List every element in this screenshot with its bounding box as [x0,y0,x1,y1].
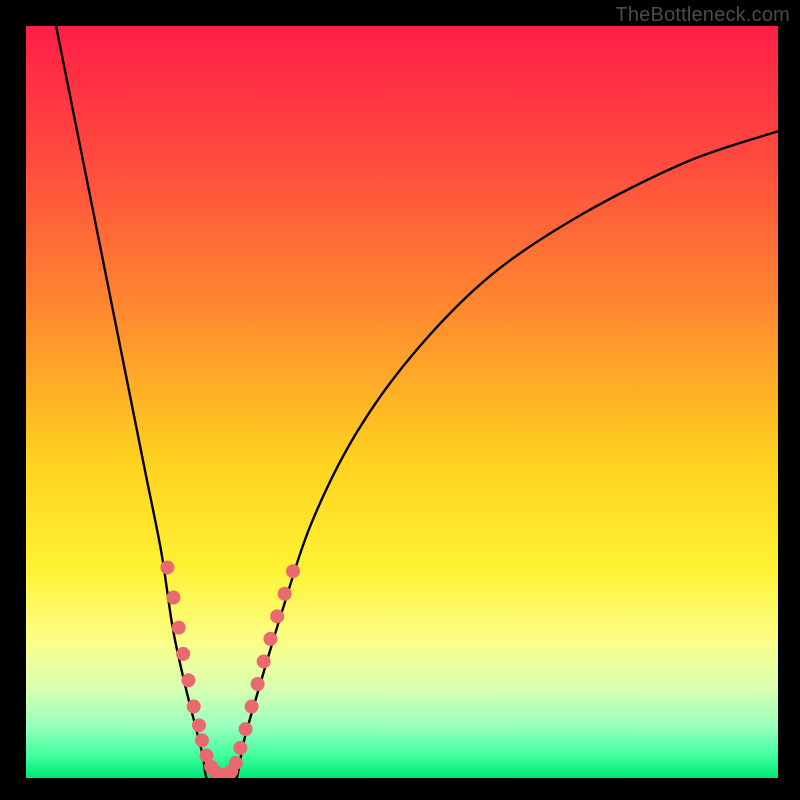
data-marker [176,647,190,661]
data-marker [172,621,186,635]
data-marker [239,722,253,736]
data-marker [251,677,265,691]
data-marker [257,654,271,668]
bottleneck-curve [56,26,778,778]
data-marker [286,564,300,578]
bottleneck-curve-layer [26,26,778,778]
outer-frame: TheBottleneck.com [0,0,800,800]
data-marker [166,591,180,605]
data-marker [160,560,174,574]
data-marker [245,700,259,714]
data-marker [229,756,243,770]
plot-area [26,26,778,778]
data-marker [278,587,292,601]
data-marker [195,733,209,747]
data-marker [181,673,195,687]
watermark-text: TheBottleneck.com [615,4,790,27]
data-marker [187,700,201,714]
data-marker [233,741,247,755]
data-marker [263,632,277,646]
data-marker [270,609,284,623]
data-marker [192,718,206,732]
